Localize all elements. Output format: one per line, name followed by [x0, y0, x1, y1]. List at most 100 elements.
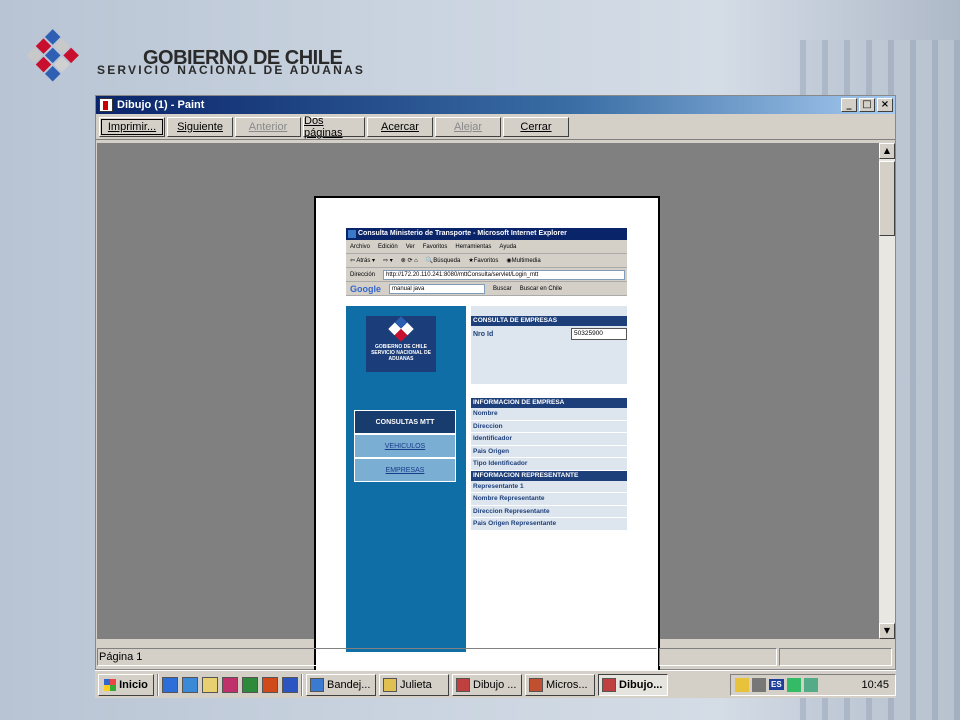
clock: 10:45 [861, 678, 889, 691]
address-label: Dirección [350, 271, 376, 278]
ie-toolbar: ⇦ Atrás ▾ ⇨ ▾ ⊗ ⟳ ⌂ 🔍Búsqueda ★Favoritos… [346, 254, 627, 268]
scroll-up-button[interactable]: ▲ [879, 143, 895, 159]
close-button[interactable]: × [877, 98, 893, 112]
task-label: Bandej... [327, 678, 371, 691]
toolbar-button-alejar: Alejar [435, 116, 501, 137]
info-row: Pais Origen Representante [471, 518, 627, 531]
ie-screenshot: Consulta Ministerio de Transporte - Micr… [346, 228, 627, 652]
task-app-icon [529, 677, 543, 692]
status-bar: Página 1 [96, 647, 895, 667]
powerpoint-icon[interactable] [262, 676, 278, 693]
multimedia-button: ◉Multimedia [506, 258, 541, 264]
print-preview-toolbar: Imprimir... Siguiente Anterior Dos páginas A… [96, 114, 895, 140]
taskbar-task-button[interactable]: Dibujo... [598, 673, 668, 696]
scroll-down-button[interactable]: ▼ [879, 623, 895, 639]
toolbar-button-acercar[interactable]: Acercar [367, 116, 433, 137]
taskbar-task-button[interactable]: Julieta [379, 673, 449, 696]
info-row: Tipo Identificador [471, 458, 627, 471]
toolbar-button-cerrar[interactable]: Cerrar [503, 116, 569, 137]
consulta-panel: CONSULTA DE EMPRESAS Nro Id 50325900 [471, 306, 627, 384]
address-field: http://172.20.110.241:8080/mttConsulta/s… [383, 269, 625, 280]
google-toolbar: Google manual java Buscar Buscar en Chil… [346, 282, 627, 296]
brand-subtitle: SERVICIO NACIONAL DE ADUANAS [97, 63, 366, 77]
volume-icon[interactable] [752, 677, 766, 692]
google-logo: Google [350, 283, 381, 294]
search-button: 🔍Búsqueda [425, 258, 461, 264]
task-buttons: Bandej... Julieta Dibujo ... Micros... Dibuj… [306, 673, 668, 696]
toolbar-button-imprimir[interactable]: Imprimir... [99, 116, 165, 137]
status-panel-3 [779, 648, 892, 666]
google-search-field: manual java [389, 283, 485, 294]
notepad-icon[interactable] [202, 676, 218, 693]
toolbar-button-anterior: Anterior [235, 116, 301, 137]
window-title: Dibujo (1) - Paint [117, 99, 205, 111]
print-preview-area: Consulta Ministerio de Transporte - Micr… [97, 143, 879, 684]
language-indicator[interactable]: ES [769, 679, 784, 690]
logo-text: GOBIERNO DE CHILE SERVICIO NACIONAL DE A… [371, 344, 431, 362]
aduanas-logo: GOBIERNO DE CHILE SERVICIO NACIONAL DE A… [366, 316, 436, 372]
tray-icon[interactable] [735, 677, 749, 692]
ie-menu-item: Favoritos [422, 243, 448, 250]
ie-icon[interactable] [162, 676, 178, 693]
info-row: Nombre [471, 408, 627, 421]
preview-page: Consulta Ministerio de Transporte - Micr… [314, 196, 660, 684]
task-app-icon [383, 677, 397, 692]
ie-menu-item: Herramientas [455, 243, 492, 250]
tray-icon[interactable] [803, 677, 818, 692]
taskbar-task-button[interactable]: Micros... [525, 673, 595, 696]
paint-titlebar[interactable]: Dibujo (1) - Paint _ □ × [96, 96, 895, 114]
task-label: Micros... [546, 678, 588, 691]
site-sidebar: GOBIERNO DE CHILE SERVICIO NACIONAL DE A… [346, 306, 466, 652]
excel-icon[interactable] [242, 676, 258, 693]
stop-refresh-icons: ⊗ ⟳ ⌂ [400, 258, 418, 264]
ie-menu-item: Edición [378, 243, 398, 250]
favorites-button: ★Favoritos [468, 258, 499, 264]
start-label: Inicio [119, 678, 148, 691]
nro-id-label: Nro Id [473, 330, 494, 338]
menu-empresas: EMPRESAS [354, 458, 456, 482]
taskbar-separator [157, 673, 159, 696]
ie-menu-item: Ver [405, 243, 415, 250]
windows-flag-icon [104, 678, 117, 691]
toolbar-button-siguiente[interactable]: Siguiente [167, 116, 233, 137]
taskbar-task-button[interactable]: Dibujo ... [452, 673, 522, 696]
task-app-icon [310, 677, 324, 692]
start-button[interactable]: Inicio [98, 673, 154, 696]
paint-window: Dibujo (1) - Paint _ □ × Imprimir... Sigu… [95, 95, 896, 684]
ie-menu-item: Archivo [350, 243, 371, 250]
outlook-icon[interactable] [182, 676, 198, 693]
site-content: CONSULTA DE EMPRESAS Nro Id 50325900 INF… [466, 306, 627, 652]
ie-title: Consulta Ministerio de Transporte - Micr… [346, 228, 627, 240]
chile-government-logo [26, 29, 79, 82]
status-panel-2 [659, 648, 777, 666]
minimize-button[interactable]: _ [841, 98, 857, 112]
access-icon[interactable] [222, 676, 238, 693]
info-row: Nombre Representante [471, 493, 627, 506]
quick-launch [162, 676, 298, 693]
google-chile-button: Buscar en Chile [519, 285, 563, 292]
ie-menu-item: Ayuda [499, 243, 517, 250]
slide-header: GOBIERNO DE CHILE SERVICIO NACIONAL DE A… [0, 0, 960, 96]
system-tray: ES 10:45 [730, 673, 896, 696]
maximize-button[interactable]: □ [859, 98, 875, 112]
task-label: Dibujo ... [473, 678, 517, 691]
status-page: Página 1 [97, 648, 657, 666]
info-table: INFORMACION DE EMPRESA Nombre Direccion Ide… [471, 398, 627, 531]
word-icon[interactable] [282, 676, 298, 693]
ie-menubar: Archivo Edición Ver Favoritos Herramientas Ay… [346, 240, 627, 254]
taskbar-task-button[interactable]: Bandej... [306, 673, 376, 696]
task-app-icon [456, 677, 470, 692]
scroll-thumb[interactable] [879, 161, 895, 236]
vertical-scrollbar[interactable]: ▲ ▼ [879, 143, 895, 639]
forward-icon: ⇨ ▾ [383, 258, 393, 264]
taskbar-separator [301, 673, 303, 696]
ie-page-body: GOBIERNO DE CHILE SERVICIO NACIONAL DE A… [346, 306, 627, 652]
network-icon[interactable] [786, 677, 801, 692]
paint-app-icon[interactable] [99, 98, 113, 112]
ie-address-row: Dirección http://172.20.110.241:8080/mtt… [346, 268, 627, 282]
menu-vehiculos: VEHICULOS [354, 434, 456, 458]
nro-id-row: Nro Id 50325900 [471, 326, 627, 342]
info-row: Direccion Representante [471, 505, 627, 518]
info-row: Representante 1 [471, 480, 627, 493]
toolbar-button-dos-páginas[interactable]: Dos páginas [303, 115, 365, 139]
